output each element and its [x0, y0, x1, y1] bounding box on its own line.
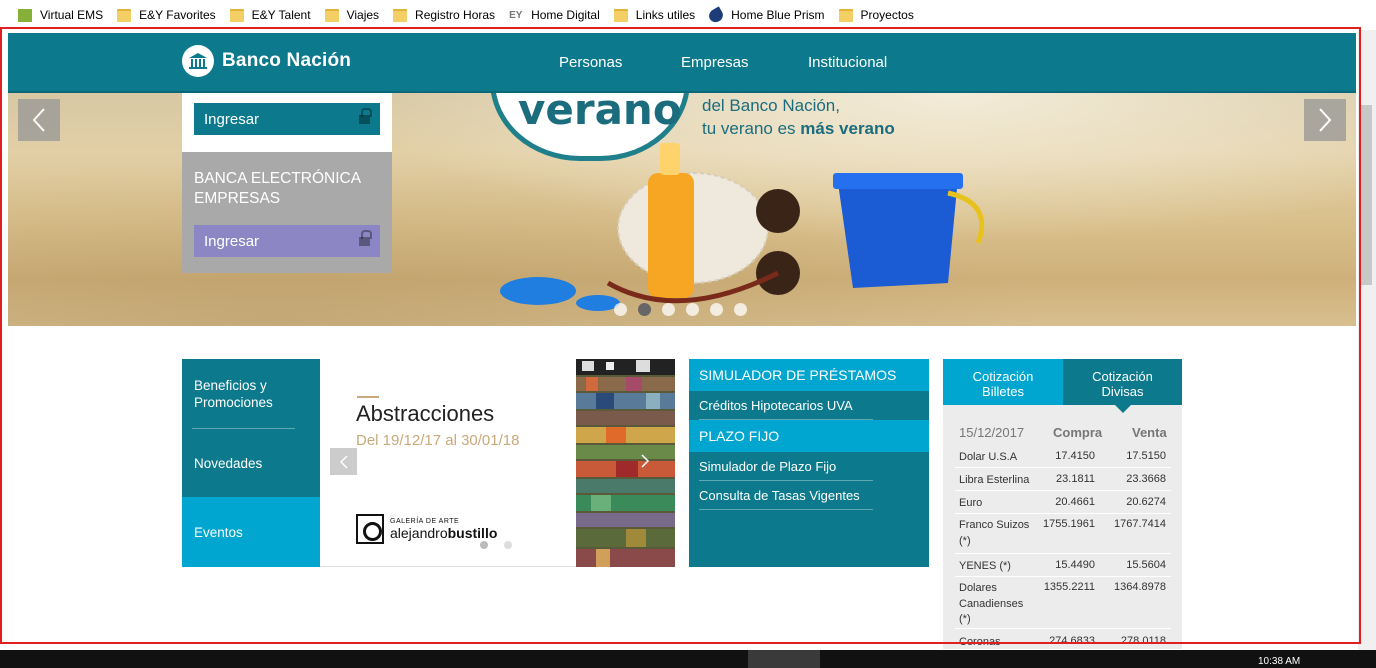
- taskbar: 10:38 AM: [0, 650, 1376, 668]
- bookmark-label: Proyectos: [860, 8, 914, 22]
- bookmark-ey-talent[interactable]: E&Y Talent: [229, 8, 311, 22]
- bookmark-registro-horas[interactable]: Registro Horas: [393, 8, 495, 22]
- bookmarks-bar: Virtual EMS E&Y Favorites E&Y Talent Via…: [0, 0, 1376, 30]
- selection-frame: [0, 27, 1361, 644]
- bookmark-ey-favorites[interactable]: E&Y Favorites: [117, 8, 216, 22]
- bookmark-label: E&Y Favorites: [139, 8, 216, 22]
- bookmark-viajes[interactable]: Viajes: [324, 8, 380, 22]
- bookmark-label: Links utiles: [635, 8, 696, 22]
- bookmark-proyectos[interactable]: Proyectos: [838, 8, 914, 22]
- folder-icon: [613, 8, 628, 22]
- bookmark-virtual-ems[interactable]: Virtual EMS: [18, 8, 103, 22]
- folder-icon: [229, 8, 244, 22]
- bookmark-label: Home Blue Prism: [731, 8, 825, 22]
- bookmark-label: Registro Horas: [415, 8, 496, 22]
- bookmark-label: E&Y Talent: [251, 8, 311, 22]
- bookmark-label: Home Digital: [531, 8, 600, 22]
- taskbar-active-app[interactable]: [748, 650, 820, 668]
- folder-icon: [838, 8, 853, 22]
- folder-icon: [117, 8, 132, 22]
- taskbar-clock: 10:38 AM: [1258, 656, 1301, 667]
- bookmark-home-digital[interactable]: EY Home Digital: [509, 8, 600, 22]
- folder-icon: [324, 8, 339, 22]
- bookmark-label: Virtual EMS: [40, 8, 104, 22]
- ey-icon: EY: [509, 9, 523, 21]
- folder-icon: [393, 8, 408, 22]
- scrollbar-thumb[interactable]: [1360, 105, 1372, 285]
- blue-prism-icon: [706, 5, 726, 25]
- bookmark-label: Viajes: [346, 8, 380, 22]
- ems-icon: [18, 8, 32, 22]
- bookmark-home-blue-prism[interactable]: Home Blue Prism: [706, 5, 825, 25]
- bookmark-links-utiles[interactable]: Links utiles: [613, 8, 696, 22]
